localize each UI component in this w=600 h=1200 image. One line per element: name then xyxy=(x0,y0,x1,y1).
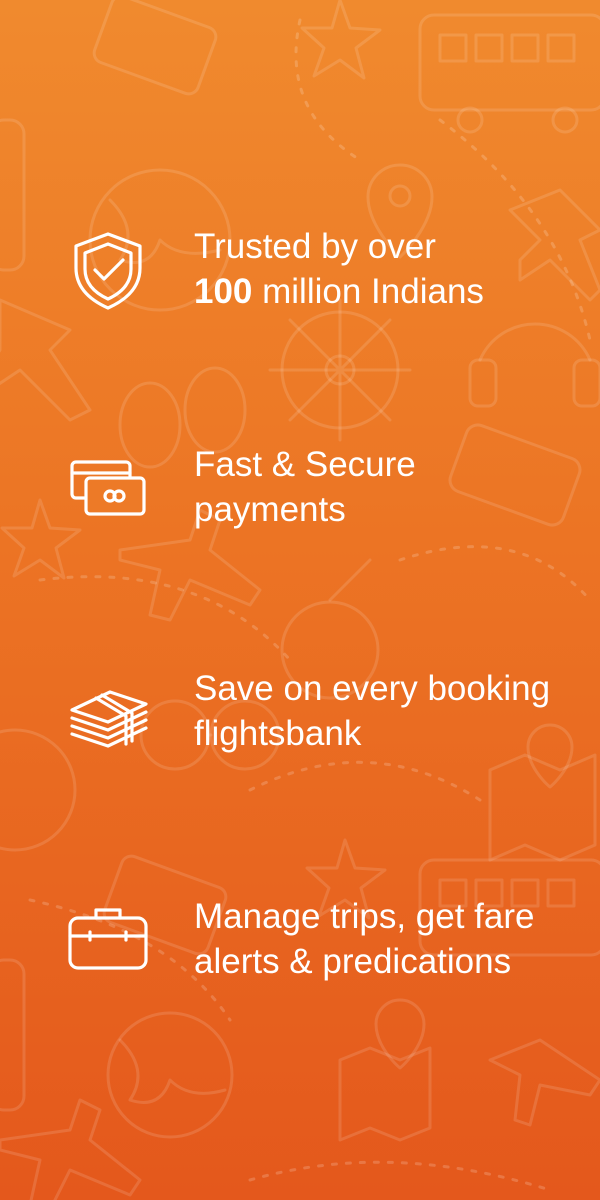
travel-pattern-background xyxy=(0,0,600,1200)
feature-savings: Save on every booking flightsbank xyxy=(0,666,600,786)
cards-icon xyxy=(66,446,150,530)
briefcase-icon xyxy=(66,898,150,982)
users-count-label: million Indians xyxy=(252,272,484,311)
feature-manage-trips: Manage trips, get fare alerts & predicat… xyxy=(0,894,600,1014)
users-count: 100 xyxy=(194,272,253,311)
feature-payments: Fast & Secure payments xyxy=(0,442,600,562)
feature-savings-line2: flightsbank xyxy=(194,714,362,753)
feature-payments-line1: Fast & Secure xyxy=(194,445,416,484)
feature-trusted-line2: 100 million Indians xyxy=(194,269,584,314)
feature-savings-text: Save on every booking flightsbank xyxy=(194,666,584,756)
feature-savings-line1: Save on every booking xyxy=(194,669,551,708)
money-stack-icon xyxy=(66,670,150,754)
onboarding-screen: Trusted by over 100 million Indians Fast… xyxy=(0,0,600,1200)
feature-trusted-line1: Trusted by over xyxy=(194,227,436,266)
feature-trusted-text: Trusted by over 100 million Indians xyxy=(194,224,584,314)
feature-manage-trips-text: Manage trips, get fare alerts & predicat… xyxy=(194,894,584,984)
shield-check-icon xyxy=(66,228,150,312)
feature-payments-line2: payments xyxy=(194,490,346,529)
feature-manage-trips-line2: alerts & predications xyxy=(194,942,512,981)
feature-manage-trips-line1: Manage trips, get fare xyxy=(194,897,535,936)
feature-payments-text: Fast & Secure payments xyxy=(194,442,584,532)
feature-trusted: Trusted by over 100 million Indians xyxy=(0,222,600,342)
